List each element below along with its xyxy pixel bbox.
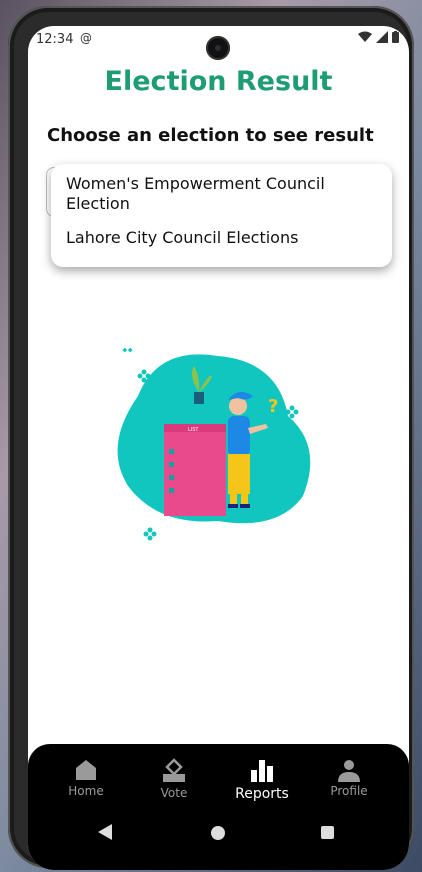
nav-reports[interactable]: Reports xyxy=(227,758,297,802)
nav-profile-label: Profile xyxy=(330,784,368,798)
list-label: LIST xyxy=(188,427,199,433)
page-title: Election Result xyxy=(104,66,333,97)
election-dropdown-menu: Women's Empowerment Council Election Lah… xyxy=(51,164,392,267)
back-icon[interactable] xyxy=(98,824,112,840)
ballot-box-icon xyxy=(163,758,185,782)
wifi-icon xyxy=(358,31,372,42)
recent-apps-icon[interactable] xyxy=(321,826,334,839)
bottom-navigation: Home Vote Reports Profile xyxy=(28,744,409,870)
status-time: 12:34 xyxy=(36,32,74,47)
front-camera xyxy=(206,36,230,60)
phone-frame: 12:34 @ Election Result Choose an electi… xyxy=(8,6,414,870)
voting-list-illustration: LIST ? xyxy=(117,347,311,541)
choose-election-label: Choose an election to see result xyxy=(47,125,374,146)
nav-vote[interactable]: Vote xyxy=(139,758,209,800)
dropdown-option[interactable]: Women's Empowerment Council Election xyxy=(66,174,366,214)
nav-home[interactable]: Home xyxy=(51,758,121,798)
system-navigation xyxy=(28,824,409,854)
at-icon: @ xyxy=(80,31,92,45)
person-icon xyxy=(338,760,360,782)
svg-text:?: ? xyxy=(268,396,278,417)
system-home-icon[interactable] xyxy=(211,826,225,840)
home-icon xyxy=(76,760,96,780)
nav-reports-label: Reports xyxy=(235,786,289,802)
dropdown-option[interactable]: Lahore City Council Elections xyxy=(66,228,366,248)
bar-chart-icon xyxy=(251,760,273,782)
signal-icon xyxy=(376,31,388,43)
battery-icon xyxy=(392,31,399,43)
nav-profile[interactable]: Profile xyxy=(314,758,384,798)
nav-home-label: Home xyxy=(68,784,104,798)
status-icons xyxy=(358,31,399,43)
nav-vote-label: Vote xyxy=(160,786,188,800)
app-screen: 12:34 @ Election Result Choose an electi… xyxy=(28,26,409,870)
